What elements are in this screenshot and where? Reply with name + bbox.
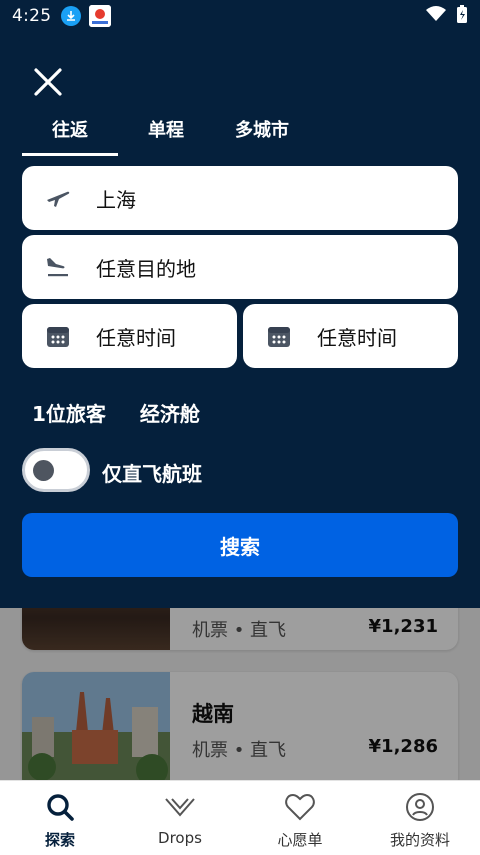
- cabin-class-selector[interactable]: 经济舱: [140, 398, 200, 427]
- status-time: 4:25: [12, 6, 52, 26]
- tab-one-way[interactable]: 单程: [130, 118, 202, 156]
- destination-value: 任意目的地: [96, 256, 196, 281]
- nav-explore[interactable]: 探索: [0, 781, 120, 855]
- calendar-icon: [44, 322, 72, 350]
- origin-field[interactable]: 上海: [22, 166, 458, 230]
- trip-type-tabs: 往返 单程 多城市: [22, 118, 312, 156]
- tab-multi-city[interactable]: 多城市: [218, 118, 306, 156]
- trip-options: 1位旅客 经济舱: [32, 398, 200, 427]
- destination-field[interactable]: 任意目的地: [22, 235, 458, 299]
- battery-charging-icon: [456, 4, 468, 28]
- status-bar: 4:25: [0, 0, 480, 32]
- depart-date-value: 任意时间: [96, 325, 176, 350]
- wifi-icon: [426, 6, 446, 26]
- download-icon: [61, 6, 82, 26]
- search-icon: [44, 791, 76, 823]
- heart-icon: [284, 791, 316, 823]
- close-button[interactable]: [30, 64, 66, 100]
- drops-icon: [164, 791, 196, 823]
- nav-label: 探索: [44, 831, 75, 849]
- travelers-selector[interactable]: 1位旅客: [32, 398, 106, 427]
- return-date-field[interactable]: 任意时间: [243, 304, 458, 368]
- tab-round-trip[interactable]: 往返: [22, 118, 118, 156]
- origin-value: 上海: [96, 187, 136, 212]
- bottom-nav: 探索 Drops 心愿单 我的资料: [0, 780, 480, 855]
- toggle-knob: [33, 460, 54, 481]
- nav-label: 我的资料: [389, 831, 450, 849]
- nav-label: Drops: [158, 829, 202, 847]
- calendar-icon: [265, 322, 293, 350]
- nav-wishlist[interactable]: 心愿单: [240, 781, 360, 855]
- modal-scrim[interactable]: [0, 608, 480, 780]
- app-notification-icon: [89, 5, 112, 27]
- direct-only-label: 仅直飞航班: [102, 462, 202, 486]
- nav-drops[interactable]: Drops: [120, 781, 240, 855]
- flight-search-panel: 往返 单程 多城市 上海 任意目的地 任意时间 任意时间 1位旅客 经济舱 仅直…: [0, 32, 480, 608]
- nav-profile[interactable]: 我的资料: [360, 781, 480, 855]
- close-icon: [34, 68, 62, 96]
- depart-date-field[interactable]: 任意时间: [22, 304, 237, 368]
- nav-label: 心愿单: [277, 831, 323, 849]
- search-button[interactable]: 搜索: [22, 513, 458, 577]
- takeoff-icon: [44, 184, 72, 212]
- profile-icon: [404, 791, 436, 823]
- return-date-value: 任意时间: [317, 325, 397, 350]
- landing-icon: [44, 253, 72, 281]
- direct-only-toggle[interactable]: [22, 448, 90, 492]
